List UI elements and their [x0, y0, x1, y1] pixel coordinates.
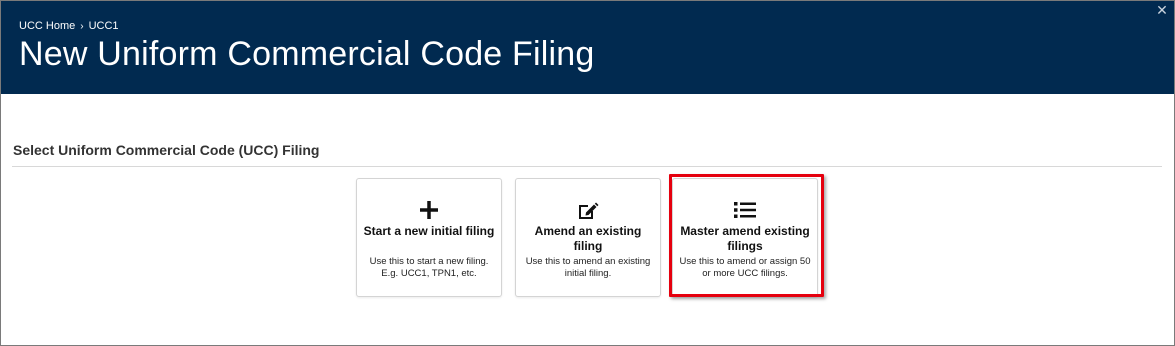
card-title: Master amend existing filings — [680, 224, 810, 253]
page-title: New Uniform Commercial Code Filing — [19, 35, 595, 73]
section-divider — [12, 166, 1162, 167]
close-icon[interactable]: ✕ — [1155, 3, 1169, 17]
breadcrumb: UCC Home › UCC1 — [19, 20, 119, 32]
card-title: Start a new initial filing — [363, 224, 495, 238]
list-icon — [673, 201, 817, 223]
page-header: UCC Home › UCC1 New Uniform Commercial C… — [1, 1, 1174, 94]
card-description: Use this to start a new filing. E.g. UCC… — [369, 256, 489, 279]
card-description: Use this to amend an existing initial fi… — [525, 256, 651, 279]
edit-icon — [516, 201, 660, 223]
breadcrumb-ucc-home[interactable]: UCC Home — [19, 20, 75, 32]
section-title: Select Uniform Commercial Code (UCC) Fil… — [13, 142, 320, 158]
breadcrumb-ucc1[interactable]: UCC1 — [89, 20, 119, 32]
card-title: Amend an existing filing — [534, 224, 642, 253]
plus-icon — [357, 201, 501, 223]
master-amend-filings-card[interactable]: Master amend existing filings Use this t… — [672, 178, 818, 297]
breadcrumb-separator-icon: › — [80, 20, 84, 32]
amend-existing-filing-card[interactable]: Amend an existing filing Use this to ame… — [515, 178, 661, 297]
start-new-filing-card[interactable]: Start a new initial filing Use this to s… — [356, 178, 502, 297]
card-description: Use this to amend or assign 50 or more U… — [679, 256, 811, 279]
